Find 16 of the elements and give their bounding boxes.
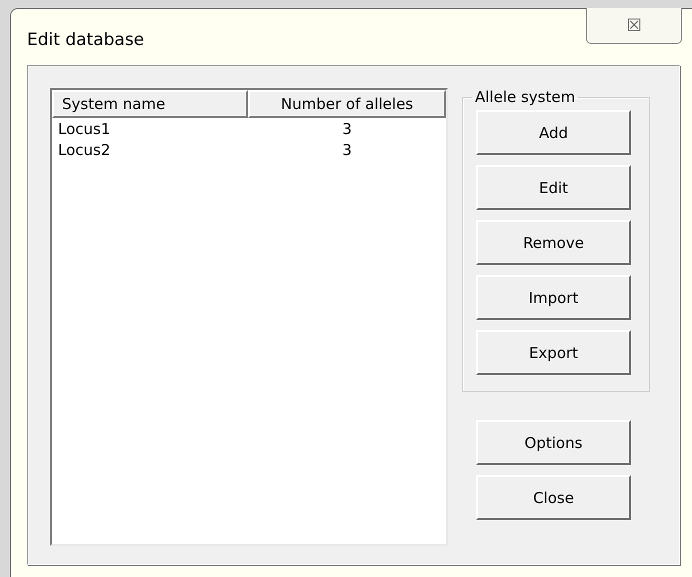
table-cell-text: 3	[341, 120, 353, 138]
table-cell-text: 3	[341, 140, 353, 158]
column-header[interactable]: Number of alleles	[248, 90, 446, 118]
window-title: Edit database	[27, 30, 144, 50]
dialog-button[interactable]: Close	[476, 475, 631, 520]
table-cell-text: Locus1	[57, 120, 112, 138]
action-button[interactable]: Edit	[476, 165, 631, 210]
dialog-button[interactable]: Options	[476, 420, 631, 465]
group-title: Allele system	[474, 88, 576, 106]
action-button[interactable]: Remove	[476, 220, 631, 265]
table-cell-text: Locus2	[57, 140, 112, 158]
close-button[interactable]: ☒	[586, 8, 682, 44]
action-button[interactable]: Export	[476, 330, 631, 375]
column-header[interactable]: System name	[52, 90, 248, 118]
action-button[interactable]: Import	[476, 275, 631, 320]
action-button[interactable]: Add	[476, 110, 631, 155]
